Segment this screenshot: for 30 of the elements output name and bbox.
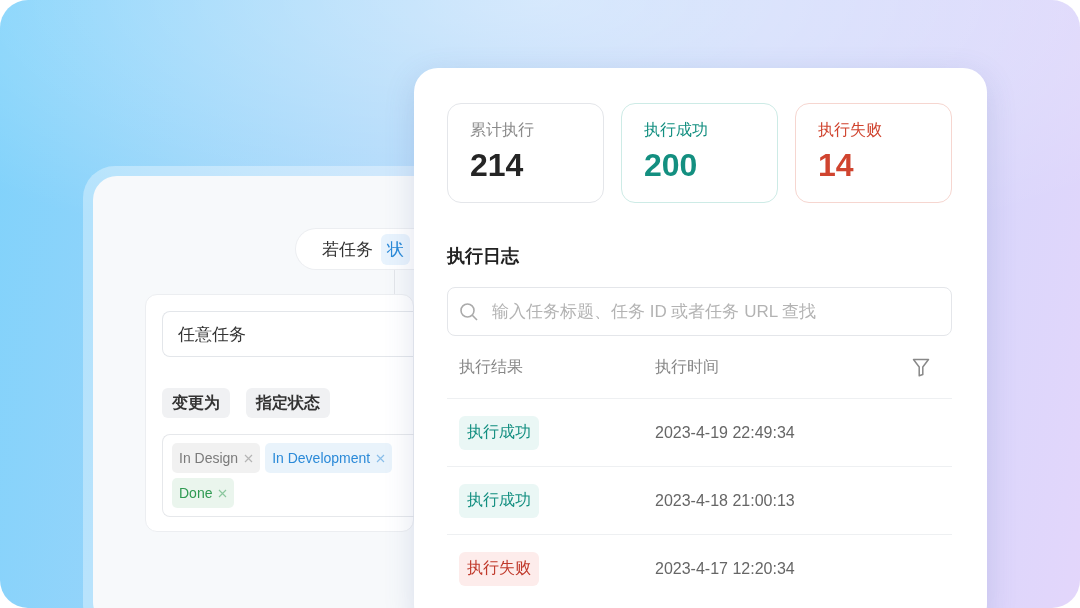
stat-value: 14 (818, 147, 855, 184)
remove-icon[interactable] (376, 453, 386, 463)
result-tag: 执行成功 (459, 483, 539, 518)
column-header: 执行结果 (459, 356, 524, 377)
filter-icon[interactable] (912, 357, 930, 377)
search-field[interactable]: 输入任务标题、任务 ID 或者任务 URL 查找 (447, 287, 952, 336)
status-chip[interactable]: In Design (172, 443, 261, 473)
condition-label: 若任务 (322, 238, 373, 261)
stat-label: 执行失败 (818, 120, 883, 140)
status-chip[interactable]: Done (172, 478, 235, 508)
result-tag: 执行成功 (459, 415, 539, 450)
stat-value: 214 (470, 147, 525, 184)
remove-icon[interactable] (218, 488, 228, 498)
result-tag: 执行失败 (459, 551, 539, 586)
task-select[interactable]: 任意任务 (162, 311, 413, 357)
section-title: 执行日志 (447, 245, 520, 268)
search-icon (459, 302, 479, 322)
target-tag[interactable]: 指定状态 (246, 388, 330, 418)
action-tag: 变更为 (162, 388, 230, 418)
column-header: 执行时间 (655, 356, 720, 377)
status-select[interactable]: In Design In Development Done (162, 434, 415, 517)
remove-icon[interactable] (244, 453, 254, 463)
table-cell-text: 2023-4-18 21:00:13 (655, 491, 796, 510)
table-cell-text: 2023-4-17 12:20:34 (655, 559, 796, 578)
stat-label: 累计执行 (470, 120, 535, 140)
status-chip[interactable]: In Development (265, 443, 393, 473)
table-cell-text: 2023-4-19 22:49:34 (655, 423, 796, 442)
field-tag[interactable]: 状 (381, 233, 410, 265)
stat-value: 200 (644, 147, 699, 184)
stat-label: 执行成功 (644, 120, 709, 140)
